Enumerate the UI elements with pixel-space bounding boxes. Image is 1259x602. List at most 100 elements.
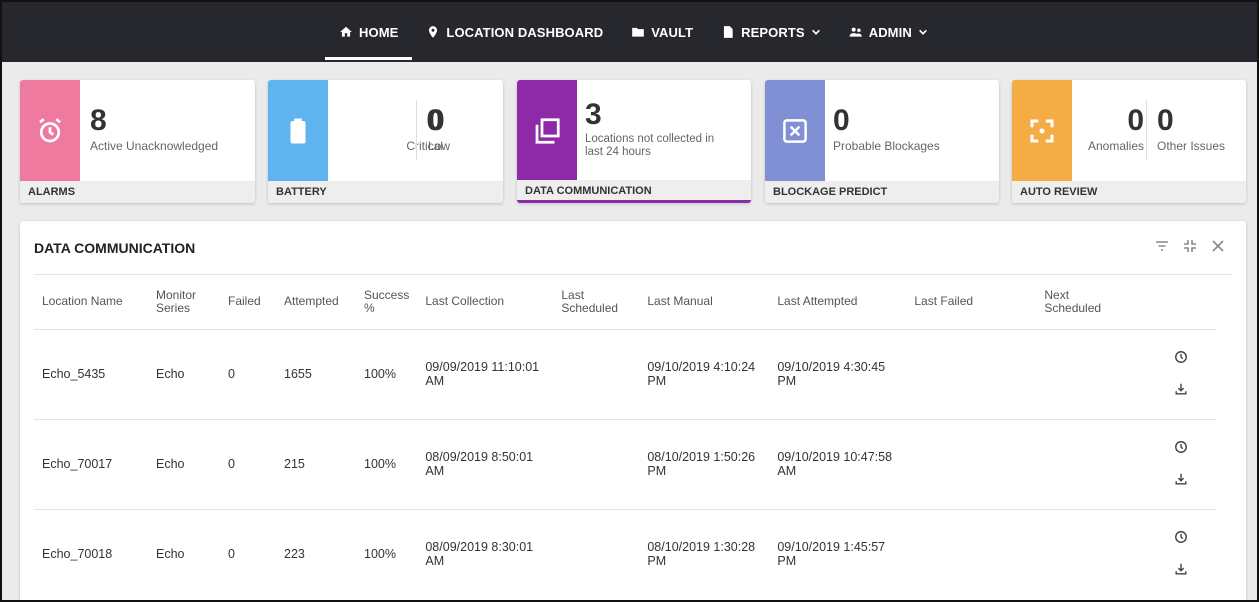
col-failed[interactable]: Failed	[220, 275, 276, 329]
battery-card-iconbox	[268, 80, 328, 181]
history-button[interactable]	[1174, 350, 1190, 366]
alarms-count-label: Active Unacknowledged	[90, 139, 219, 153]
history-button[interactable]	[1174, 530, 1190, 546]
filter-button[interactable]	[1152, 236, 1172, 256]
cell-next-scheduled	[1036, 328, 1117, 419]
download-icon	[1175, 564, 1187, 575]
cell-attempted: 215	[276, 418, 356, 509]
download-icon	[1175, 383, 1187, 395]
col-attempted[interactable]: Attempted	[276, 275, 356, 329]
download-icon	[1175, 473, 1187, 485]
anomalies-count: 0	[1127, 104, 1144, 137]
cell-last-scheduled	[553, 328, 640, 419]
cell-success: 100%	[356, 328, 418, 419]
auto-review-card[interactable]: 0 Anomalies 0 Other Issues AUTO REVIEW	[1012, 80, 1246, 203]
data-communication-table: Location Name Monitor Series Failed Atte…	[34, 275, 1217, 599]
download-button[interactable]	[1174, 382, 1190, 398]
col-last-failed[interactable]: Last Failed	[906, 275, 1036, 329]
cell-last-collection: 09/09/2019 11:10:01 AM	[417, 328, 554, 419]
col-last-collection[interactable]: Last Collection	[417, 275, 553, 329]
col-last-manual[interactable]: Last Manual	[639, 275, 769, 329]
cell-last-scheduled	[553, 418, 640, 509]
app-window: HOME LOCATION DASHBOARD VAULT REPORTS AD…	[0, 0, 1259, 602]
nav-vault[interactable]: VAULT	[617, 2, 707, 62]
download-button[interactable]	[1174, 472, 1190, 488]
cell-last-failed	[906, 418, 1037, 509]
chevron-down-icon	[811, 29, 820, 35]
data-communication-card-iconbox	[517, 80, 577, 181]
cell-last-attempted: 09/10/2019 4:30:45 PM	[769, 328, 907, 419]
cell-last-manual: 08/10/2019 1:50:26 PM	[639, 418, 770, 509]
cell-last-attempted: 09/10/2019 10:47:58 AM	[769, 418, 907, 509]
chevron-down-icon	[918, 29, 927, 35]
anomalies-label: Anomalies	[1087, 139, 1144, 153]
cell-location-name: Echo_70018	[34, 508, 148, 599]
cell-success: 100%	[356, 508, 418, 599]
battery-icon	[290, 118, 306, 143]
cell-actions	[1116, 508, 1217, 599]
panel-title: DATA COMMUNICATION	[34, 240, 196, 256]
data-communication-card-title: DATA COMMUNICATION	[517, 180, 751, 203]
clock-icon	[1175, 441, 1188, 453]
cell-monitor-series: Echo	[148, 328, 220, 419]
nav-home-label: HOME	[359, 24, 399, 40]
nav-location-dashboard[interactable]: LOCATION DASHBOARD	[412, 2, 617, 62]
divider	[1146, 100, 1147, 160]
download-button[interactable]	[1174, 562, 1190, 578]
auto-review-card-iconbox	[1012, 80, 1072, 181]
clock-icon	[1175, 351, 1188, 363]
clock-icon	[1175, 531, 1188, 544]
history-button[interactable]	[1174, 440, 1190, 456]
copy-window-icon	[535, 117, 560, 144]
col-monitor-series[interactable]: Monitor Series	[148, 275, 220, 329]
other-issues-count: 0	[1157, 104, 1174, 137]
divider	[416, 100, 417, 160]
blockage-predict-card-iconbox	[765, 80, 825, 181]
cell-actions	[1116, 328, 1217, 419]
nav-reports[interactable]: REPORTS	[707, 2, 835, 62]
nav-admin-label: ADMIN	[868, 24, 912, 40]
blockage-predict-card[interactable]: 0 Probable Blockages BLOCKAGE PREDICT	[765, 80, 999, 203]
col-last-scheduled[interactable]: Last Scheduled	[553, 275, 639, 329]
filter-icon	[1156, 241, 1168, 251]
col-success[interactable]: Success %	[356, 275, 417, 329]
table-header-row: Location Name Monitor Series Failed Atte…	[34, 275, 1216, 329]
cell-failed: 0	[220, 328, 276, 419]
cell-failed: 0	[220, 508, 276, 599]
cell-failed: 0	[220, 418, 276, 509]
auto-review-card-title: AUTO REVIEW	[1012, 181, 1246, 203]
users-icon	[849, 27, 862, 37]
nav-vault-label: VAULT	[651, 24, 694, 40]
nav-reports-label: REPORTS	[741, 24, 805, 40]
close-button[interactable]	[1208, 236, 1228, 256]
document-icon	[724, 26, 733, 38]
blockage-label: Probable Blockages	[833, 139, 940, 153]
cell-next-scheduled	[1036, 418, 1117, 509]
col-next-scheduled[interactable]: Next Scheduled	[1036, 275, 1116, 329]
col-last-attempted[interactable]: Last Attempted	[769, 275, 906, 329]
cell-last-attempted: 09/10/2019 1:45:57 PM	[769, 508, 907, 599]
alarms-card[interactable]: 8 Active Unacknowledged ALARMS	[20, 80, 255, 203]
nav-home[interactable]: HOME	[325, 2, 413, 62]
location-pin-icon	[429, 26, 438, 38]
cell-monitor-series: Echo	[148, 508, 220, 599]
alarms-card-title: ALARMS	[20, 181, 255, 203]
cell-last-collection: 08/09/2019 8:50:01 AM	[417, 418, 554, 509]
focus-center-icon	[1030, 119, 1054, 142]
alarms-card-iconbox	[20, 80, 80, 181]
cell-monitor-series: Echo	[148, 418, 220, 509]
other-issues-label: Other Issues	[1157, 139, 1226, 153]
alarm-clock-icon	[39, 117, 61, 142]
data-communication-card[interactable]: 3 Locations not collected in last 24 hou…	[517, 80, 751, 203]
data-communication-panel: DATA COMMUNICATION Location Name Monitor…	[20, 221, 1246, 600]
battery-low-label: Low	[428, 139, 451, 153]
collapse-button[interactable]	[1180, 236, 1200, 256]
nav-admin[interactable]: ADMIN	[835, 2, 942, 62]
blockage-count: 0	[833, 104, 850, 137]
cell-last-failed	[906, 508, 1037, 599]
col-location-name[interactable]: Location Name	[34, 275, 148, 329]
battery-card[interactable]: 0 Critical 0 Low BATTERY	[268, 80, 503, 203]
alarms-count: 8	[90, 104, 107, 137]
close-box-icon	[783, 118, 807, 143]
col-actions	[1116, 275, 1216, 329]
